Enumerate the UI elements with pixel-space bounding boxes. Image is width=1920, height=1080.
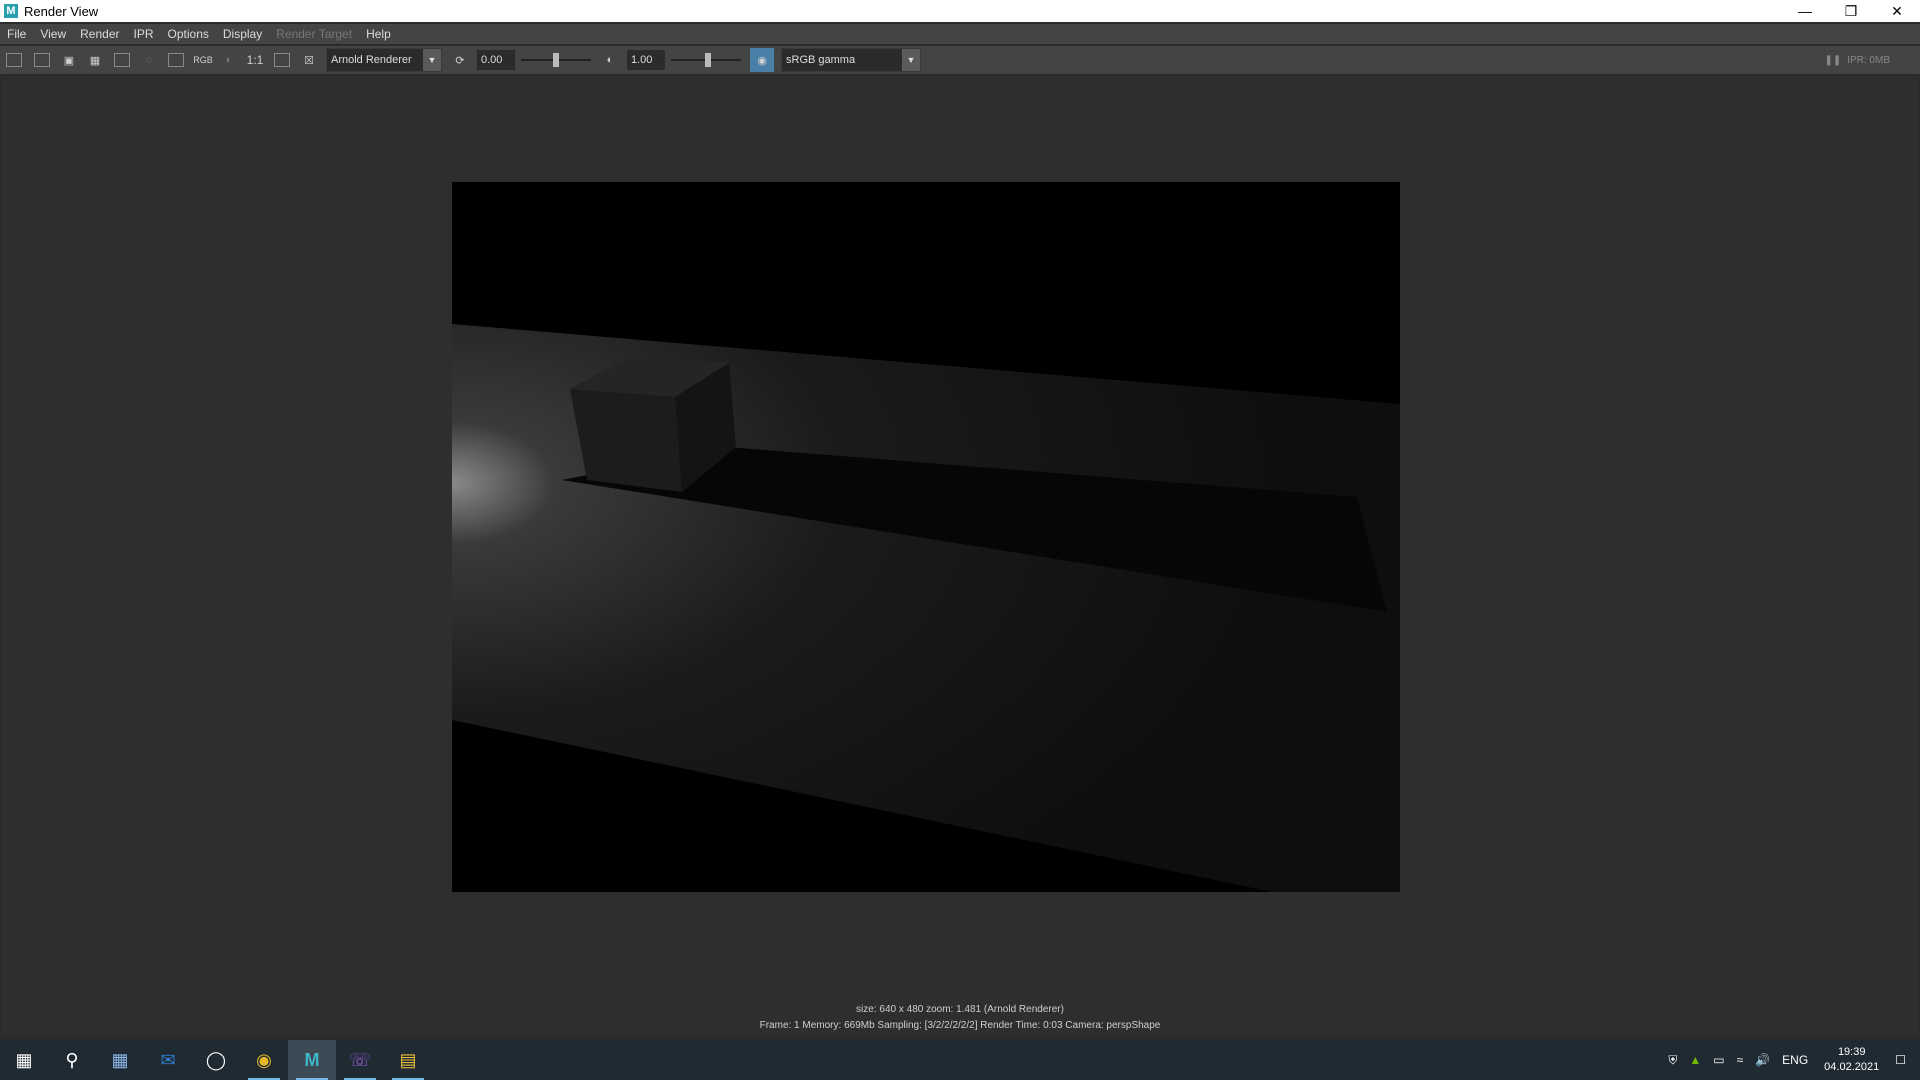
colorspace-value: sRGB gamma: [786, 54, 856, 66]
maya-icon[interactable]: M: [288, 1040, 336, 1080]
title-bar[interactable]: M Render View — ❐ ✕: [0, 0, 1920, 22]
gamma-reset-icon[interactable]: ◐: [600, 50, 620, 70]
menu-bar: File View Render IPR Options Display Ren…: [0, 24, 1920, 44]
menu-render-target: Render Target: [276, 27, 353, 41]
gamma-field[interactable]: 1.00: [627, 50, 665, 70]
frame-image-icon[interactable]: [274, 53, 290, 67]
language-indicator[interactable]: ENG: [1782, 1053, 1808, 1067]
exposure-slider[interactable]: [521, 50, 591, 70]
restore-icon[interactable]: ❐: [1828, 0, 1874, 22]
render-info-line2: Frame: 1 Memory: 669Mb Sampling: [3/2/2/…: [759, 1020, 1161, 1031]
system-tray: ⛨ ▲ ▭ ≈ 🔊 ENG 19:39 04.02.2021 ☐: [1662, 1040, 1920, 1080]
slider-thumb[interactable]: [553, 53, 559, 67]
mail-icon[interactable]: ✉: [144, 1040, 192, 1080]
snapshot-icon[interactable]: ▣: [59, 50, 79, 70]
render-region-icon[interactable]: [34, 53, 50, 67]
rendered-scene: [452, 182, 1400, 892]
viber-icon[interactable]: ☏: [336, 1040, 384, 1080]
menu-options[interactable]: Options: [161, 27, 216, 41]
render-toolbar: ▣ ▦ ○ RGB ◐ 1:1 ☒ Arnold Renderer ▼ ⟳ 0.…: [0, 46, 1920, 74]
color-management-icon[interactable]: ◉: [750, 48, 774, 72]
chevron-down-icon: ▼: [902, 49, 920, 71]
gamma-slider[interactable]: [671, 50, 741, 70]
clock-time: 19:39: [1837, 1046, 1866, 1058]
windows-start-icon[interactable]: ▦: [0, 1040, 48, 1080]
minimize-icon[interactable]: —: [1782, 0, 1828, 22]
menu-display[interactable]: Display: [216, 27, 269, 41]
cortana-icon[interactable]: ◯: [192, 1040, 240, 1080]
ipr-status: ❚❚ IPR: 0MB: [1824, 46, 1890, 74]
render-view-window: M Render View — ❐ ✕ File View Render IPR…: [0, 0, 1920, 1040]
exposure-field[interactable]: 0.00: [477, 50, 515, 70]
notifications-icon[interactable]: ☐: [1895, 1053, 1906, 1067]
menu-render[interactable]: Render: [73, 27, 126, 41]
menu-ipr[interactable]: IPR: [127, 27, 161, 41]
calculator-icon[interactable]: ▦: [96, 1040, 144, 1080]
exposure-reset-icon[interactable]: ⟳: [450, 50, 470, 70]
nvidia-icon[interactable]: ▲: [1689, 1053, 1701, 1067]
keep-image-icon[interactable]: [168, 53, 184, 67]
render-frame-icon[interactable]: [6, 53, 22, 67]
menu-view[interactable]: View: [33, 27, 73, 41]
colorspace-dropdown[interactable]: sRGB gamma ▼: [781, 48, 921, 72]
ipr-render-icon[interactable]: [114, 53, 130, 67]
real-size-button[interactable]: 1:1: [245, 50, 265, 70]
renderer-dropdown[interactable]: Arnold Renderer ▼: [326, 48, 442, 72]
clock[interactable]: 19:39 04.02.2021: [1824, 1045, 1879, 1075]
cube-front-face: [570, 389, 682, 492]
taskbar: ▦ ⚲ ▦ ✉ ◯ ◉ M ☏ ▤ ⛨ ▲ ▭ ≈ 🔊 ENG 19:39 04…: [0, 1040, 1920, 1080]
remove-image-icon[interactable]: ☒: [299, 50, 319, 70]
chevron-down-icon: ▼: [423, 49, 441, 71]
pause-ipr-icon[interactable]: ○: [139, 50, 159, 70]
security-icon[interactable]: ⛨: [1668, 1053, 1677, 1068]
pause-icon: ❚❚: [1824, 54, 1842, 66]
file-explorer-icon[interactable]: ▤: [384, 1040, 432, 1080]
menu-file[interactable]: File: [0, 27, 33, 41]
battery-icon[interactable]: ▭: [1713, 1053, 1724, 1067]
rendered-image: [452, 182, 1400, 892]
chrome-icon[interactable]: ◉: [240, 1040, 288, 1080]
ipr-memory-label: IPR: 0MB: [1847, 54, 1890, 66]
clock-date: 04.02.2021: [1824, 1061, 1880, 1073]
render-info-line1: size: 640 x 480 zoom: 1.481 (Arnold Rend…: [856, 1004, 1064, 1015]
menu-help[interactable]: Help: [359, 27, 398, 41]
volume-icon[interactable]: 🔊: [1755, 1053, 1770, 1067]
slider-thumb[interactable]: [705, 53, 711, 67]
search-icon[interactable]: ⚲: [48, 1040, 96, 1080]
close-icon[interactable]: ✕: [1874, 0, 1920, 22]
renderer-value: Arnold Renderer: [331, 54, 412, 66]
ipr-refresh-icon[interactable]: ▦: [85, 50, 105, 70]
window-title: Render View: [24, 3, 99, 19]
render-viewport[interactable]: size: 640 x 480 zoom: 1.481 (Arnold Rend…: [2, 76, 1918, 1036]
rgb-channel-icon[interactable]: RGB: [193, 50, 213, 70]
alpha-channel-icon[interactable]: ◐: [219, 50, 239, 70]
maya-app-icon: M: [4, 4, 18, 18]
wifi-icon[interactable]: ≈: [1737, 1053, 1744, 1067]
